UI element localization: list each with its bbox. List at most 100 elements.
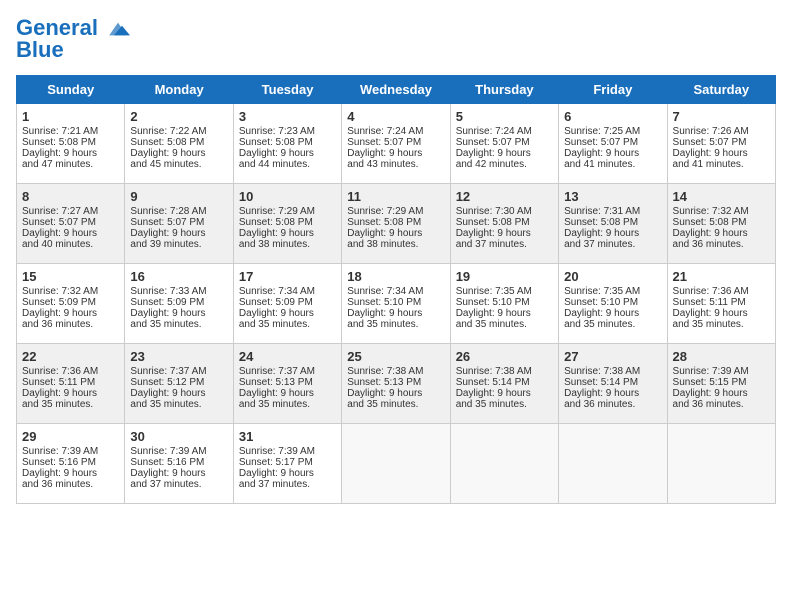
day-number: 26: [456, 349, 553, 364]
calendar-cell: 26Sunrise: 7:38 AMSunset: 5:14 PMDayligh…: [450, 344, 558, 424]
day-info-line: Sunset: 5:14 PM: [456, 377, 553, 388]
calendar-cell: 28Sunrise: 7:39 AMSunset: 5:15 PMDayligh…: [667, 344, 775, 424]
calendar-cell: 19Sunrise: 7:35 AMSunset: 5:10 PMDayligh…: [450, 264, 558, 344]
day-number: 14: [673, 189, 770, 204]
day-info-line: and 35 minutes.: [130, 399, 227, 410]
calendar-cell: 5Sunrise: 7:24 AMSunset: 5:07 PMDaylight…: [450, 104, 558, 184]
day-info-line: Sunrise: 7:32 AM: [673, 206, 770, 217]
week-row: 15Sunrise: 7:32 AMSunset: 5:09 PMDayligh…: [17, 264, 776, 344]
day-info-line: Sunset: 5:16 PM: [22, 457, 119, 468]
day-number: 12: [456, 189, 553, 204]
day-number: 8: [22, 189, 119, 204]
day-info-line: Sunset: 5:08 PM: [564, 217, 661, 228]
day-number: 30: [130, 429, 227, 444]
day-number: 9: [130, 189, 227, 204]
calendar-cell: 20Sunrise: 7:35 AMSunset: 5:10 PMDayligh…: [559, 264, 667, 344]
header-cell-sunday: Sunday: [17, 76, 125, 104]
day-info-line: and 35 minutes.: [22, 399, 119, 410]
calendar-cell: 15Sunrise: 7:32 AMSunset: 5:09 PMDayligh…: [17, 264, 125, 344]
day-info-line: Daylight: 9 hours: [239, 308, 336, 319]
day-info-line: Sunrise: 7:23 AM: [239, 126, 336, 137]
day-info-line: Sunrise: 7:27 AM: [22, 206, 119, 217]
calendar-cell: 22Sunrise: 7:36 AMSunset: 5:11 PMDayligh…: [17, 344, 125, 424]
day-info-line: and 38 minutes.: [239, 239, 336, 250]
day-number: 17: [239, 269, 336, 284]
day-info-line: Sunset: 5:11 PM: [673, 297, 770, 308]
header-row: SundayMondayTuesdayWednesdayThursdayFrid…: [17, 76, 776, 104]
day-info-line: Daylight: 9 hours: [564, 388, 661, 399]
header-cell-friday: Friday: [559, 76, 667, 104]
day-info-line: Sunset: 5:17 PM: [239, 457, 336, 468]
day-info-line: Sunrise: 7:31 AM: [564, 206, 661, 217]
day-info-line: Sunset: 5:08 PM: [239, 217, 336, 228]
day-info-line: Daylight: 9 hours: [239, 228, 336, 239]
day-info-line: and 37 minutes.: [456, 239, 553, 250]
calendar-cell: 12Sunrise: 7:30 AMSunset: 5:08 PMDayligh…: [450, 184, 558, 264]
week-row: 8Sunrise: 7:27 AMSunset: 5:07 PMDaylight…: [17, 184, 776, 264]
day-info-line: Sunset: 5:07 PM: [564, 137, 661, 148]
day-info-line: Sunset: 5:10 PM: [347, 297, 444, 308]
day-info-line: Daylight: 9 hours: [564, 228, 661, 239]
day-info-line: Sunset: 5:09 PM: [22, 297, 119, 308]
day-info-line: Daylight: 9 hours: [22, 228, 119, 239]
day-info-line: Sunrise: 7:39 AM: [673, 366, 770, 377]
calendar-header: SundayMondayTuesdayWednesdayThursdayFrid…: [17, 76, 776, 104]
day-number: 2: [130, 109, 227, 124]
day-info-line: Sunrise: 7:32 AM: [22, 286, 119, 297]
day-info-line: Sunset: 5:07 PM: [456, 137, 553, 148]
day-number: 6: [564, 109, 661, 124]
day-info-line: Daylight: 9 hours: [347, 228, 444, 239]
day-number: 31: [239, 429, 336, 444]
calendar-cell: 29Sunrise: 7:39 AMSunset: 5:16 PMDayligh…: [17, 424, 125, 504]
day-info-line: Sunrise: 7:22 AM: [130, 126, 227, 137]
day-info-line: Sunset: 5:08 PM: [130, 137, 227, 148]
day-info-line: and 47 minutes.: [22, 159, 119, 170]
day-info-line: Sunrise: 7:26 AM: [673, 126, 770, 137]
day-info-line: Daylight: 9 hours: [22, 468, 119, 479]
day-info-line: and 35 minutes.: [673, 319, 770, 330]
day-info-line: Daylight: 9 hours: [347, 308, 444, 319]
day-info-line: Sunrise: 7:34 AM: [239, 286, 336, 297]
day-info-line: Daylight: 9 hours: [22, 388, 119, 399]
day-number: 20: [564, 269, 661, 284]
calendar-cell: 24Sunrise: 7:37 AMSunset: 5:13 PMDayligh…: [233, 344, 341, 424]
calendar-cell: 25Sunrise: 7:38 AMSunset: 5:13 PMDayligh…: [342, 344, 450, 424]
day-info-line: Sunrise: 7:25 AM: [564, 126, 661, 137]
calendar-cell: 31Sunrise: 7:39 AMSunset: 5:17 PMDayligh…: [233, 424, 341, 504]
day-info-line: and 37 minutes.: [239, 479, 336, 490]
day-info-line: Sunrise: 7:38 AM: [456, 366, 553, 377]
day-number: 29: [22, 429, 119, 444]
day-info-line: Sunrise: 7:29 AM: [239, 206, 336, 217]
calendar-cell: [450, 424, 558, 504]
day-info-line: and 36 minutes.: [22, 319, 119, 330]
day-info-line: Sunset: 5:08 PM: [22, 137, 119, 148]
day-info-line: and 40 minutes.: [22, 239, 119, 250]
day-info-line: and 36 minutes.: [673, 399, 770, 410]
day-info-line: Daylight: 9 hours: [673, 148, 770, 159]
day-info-line: and 35 minutes.: [347, 399, 444, 410]
day-number: 7: [673, 109, 770, 124]
day-number: 28: [673, 349, 770, 364]
day-info-line: and 36 minutes.: [673, 239, 770, 250]
day-info-line: Sunset: 5:12 PM: [130, 377, 227, 388]
calendar-table: SundayMondayTuesdayWednesdayThursdayFrid…: [16, 75, 776, 504]
day-info-line: Sunset: 5:09 PM: [239, 297, 336, 308]
day-number: 25: [347, 349, 444, 364]
calendar-cell: 27Sunrise: 7:38 AMSunset: 5:14 PMDayligh…: [559, 344, 667, 424]
day-info-line: Daylight: 9 hours: [456, 308, 553, 319]
day-number: 16: [130, 269, 227, 284]
day-number: 24: [239, 349, 336, 364]
calendar-body: 1Sunrise: 7:21 AMSunset: 5:08 PMDaylight…: [17, 104, 776, 504]
calendar-cell: 11Sunrise: 7:29 AMSunset: 5:08 PMDayligh…: [342, 184, 450, 264]
day-info-line: and 35 minutes.: [564, 319, 661, 330]
day-info-line: Sunset: 5:16 PM: [130, 457, 227, 468]
day-info-line: and 44 minutes.: [239, 159, 336, 170]
day-number: 21: [673, 269, 770, 284]
day-info-line: Sunset: 5:14 PM: [564, 377, 661, 388]
calendar-cell: [667, 424, 775, 504]
day-info-line: Daylight: 9 hours: [347, 388, 444, 399]
day-info-line: and 35 minutes.: [456, 399, 553, 410]
day-number: 18: [347, 269, 444, 284]
day-info-line: and 35 minutes.: [239, 319, 336, 330]
calendar-cell: 1Sunrise: 7:21 AMSunset: 5:08 PMDaylight…: [17, 104, 125, 184]
